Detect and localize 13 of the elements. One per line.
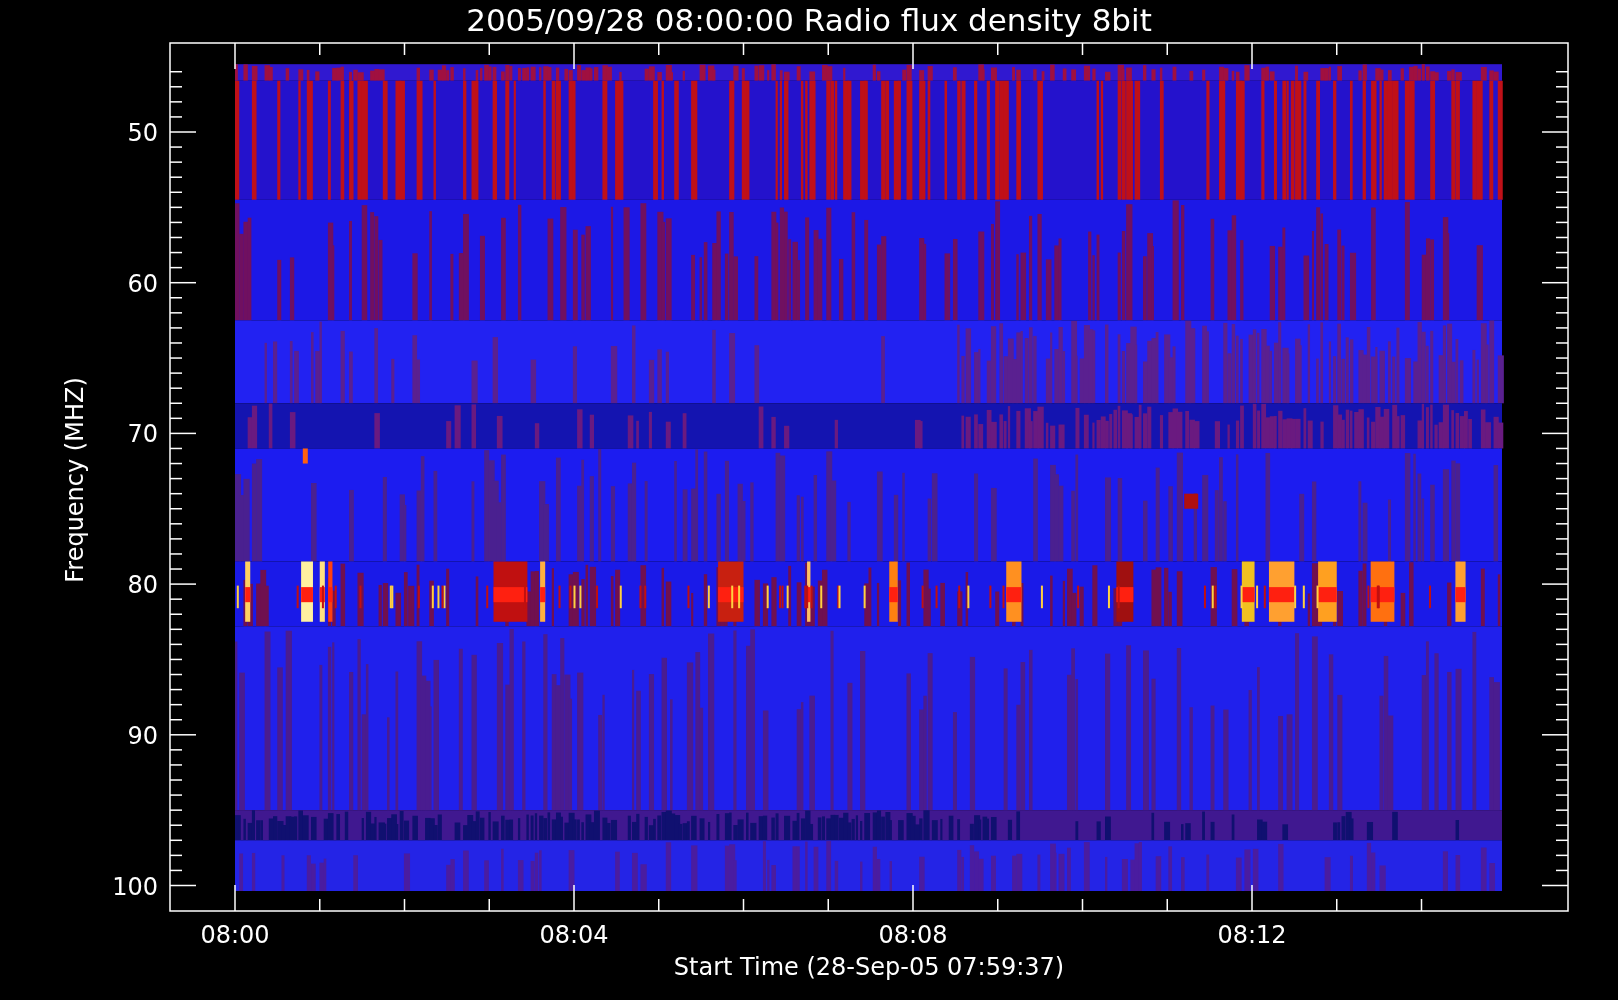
x-tick-label: 08:00: [200, 921, 270, 949]
x-tick-label: 08:08: [878, 921, 948, 949]
y-tick-label: 80: [127, 571, 158, 600]
chart-title: 2005/09/28 08:00:00 Radio flux density 8bit: [466, 2, 1152, 38]
y-tick-label: 90: [127, 721, 158, 750]
x-tick-label: 08:04: [539, 921, 609, 949]
y-axis-label: Frequency (MHZ): [61, 377, 89, 583]
y-tick-label: 100: [112, 872, 158, 901]
x-axis-label: Start Time (28-Sep-05 07:59:37): [673, 953, 1065, 981]
y-tick-label: 60: [127, 269, 158, 298]
x-tick-label: 08:12: [1217, 921, 1287, 949]
y-tick-label: 70: [127, 420, 158, 449]
y-tick-label: 50: [127, 119, 158, 147]
